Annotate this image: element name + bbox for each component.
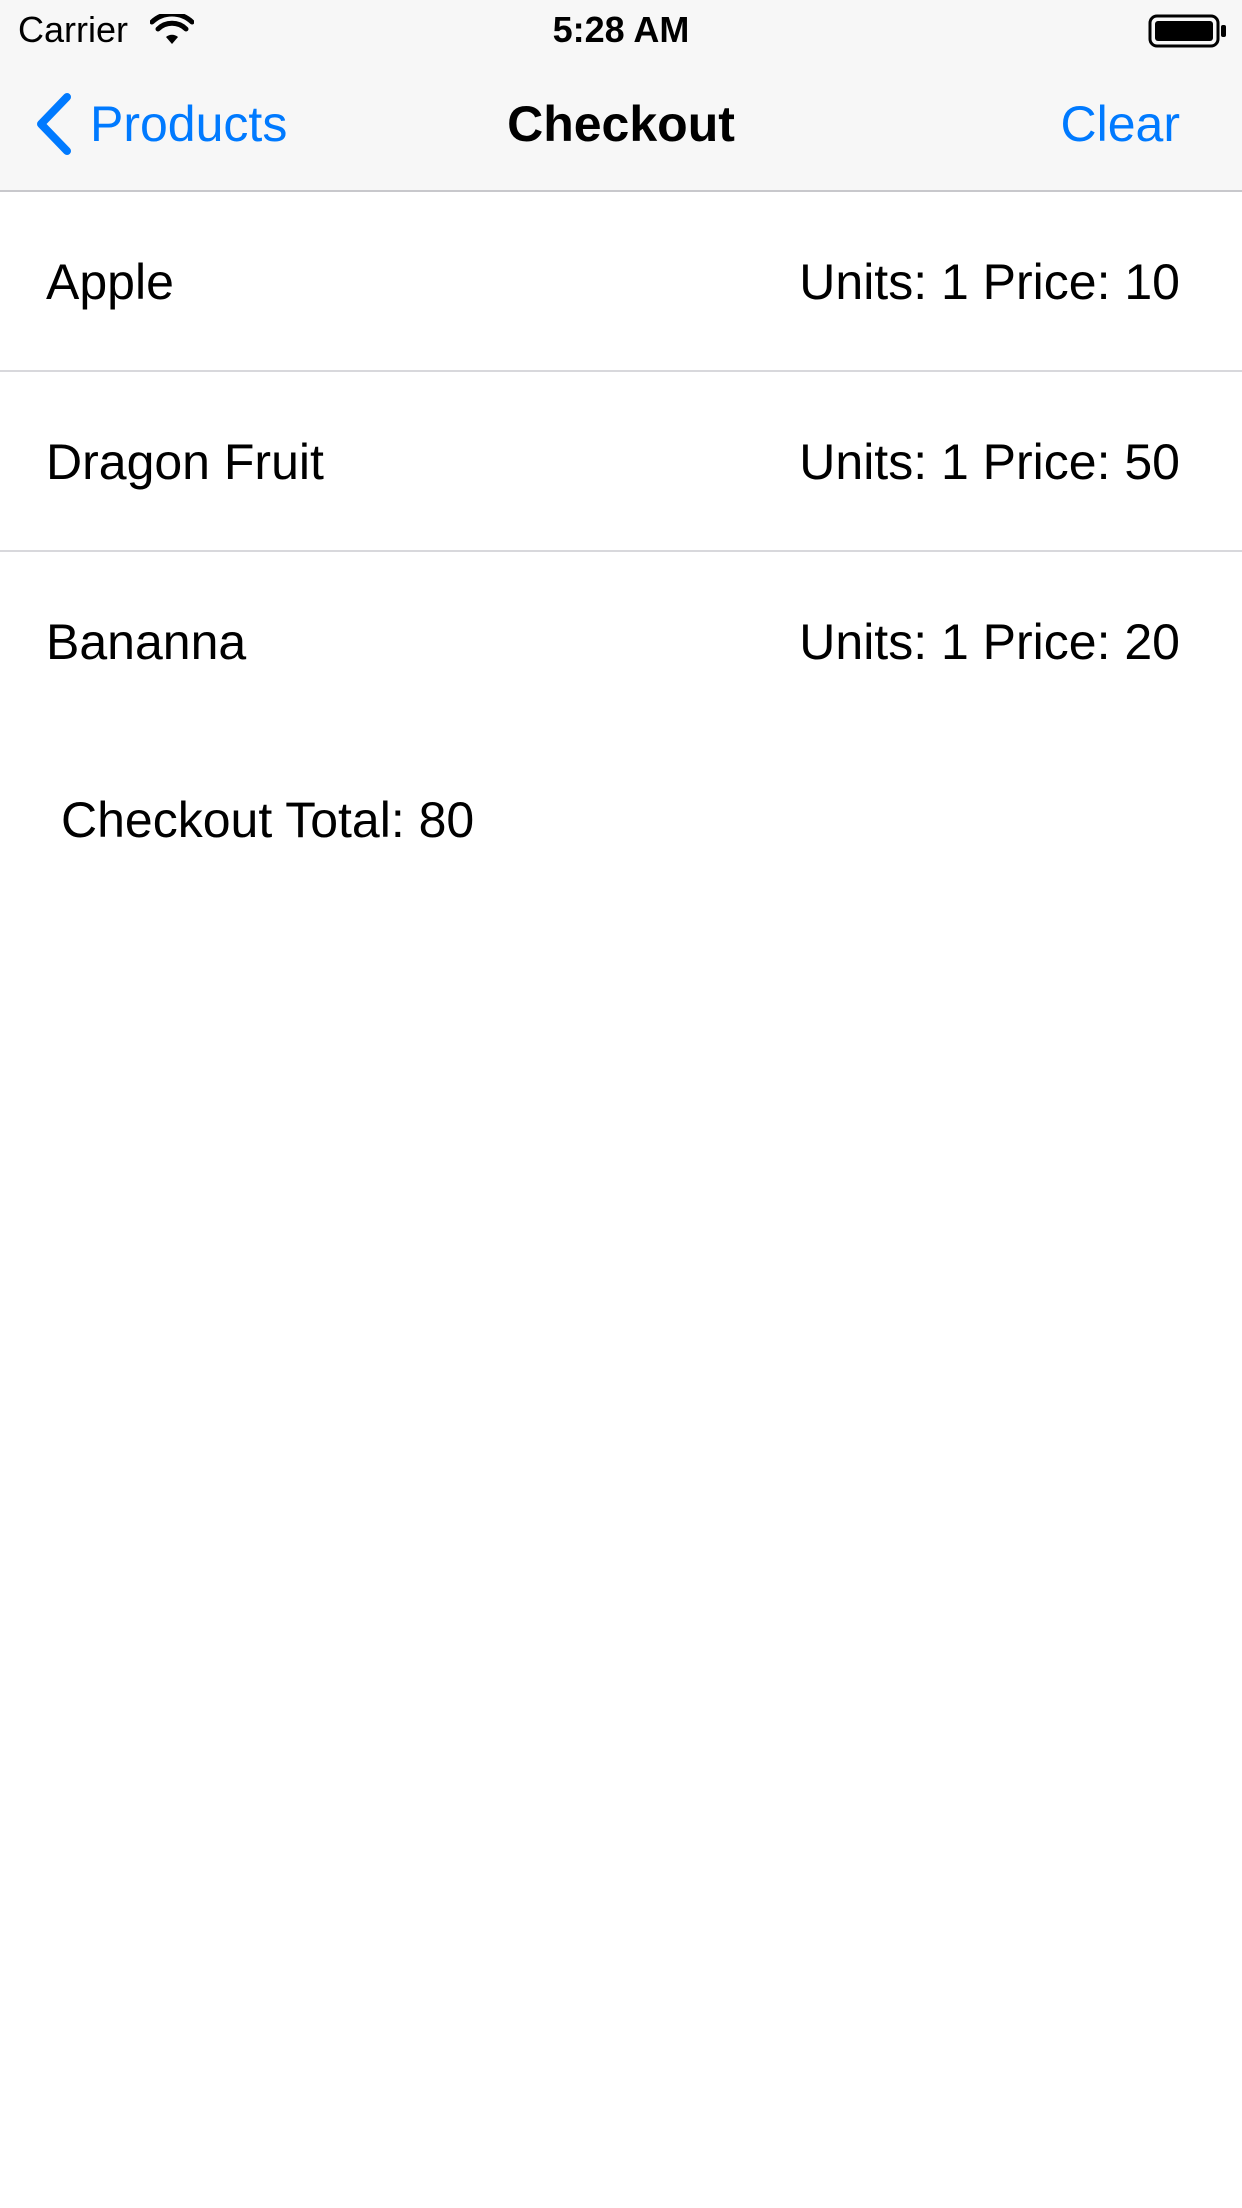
item-name: Dragon Fruit (46, 434, 324, 490)
top-bar: Carrier 5:28 AM Products Checkout Clear (0, 0, 1242, 192)
item-detail: Units: 1 Price: 20 (799, 614, 1180, 670)
item-detail: Units: 1 Price: 10 (799, 254, 1180, 310)
checkout-list: Apple Units: 1 Price: 10 Dragon Fruit Un… (0, 192, 1242, 732)
item-name: Apple (46, 254, 174, 310)
checkout-total: Checkout Total: 80 (61, 792, 475, 848)
list-item[interactable]: Bananna Units: 1 Price: 20 (0, 552, 1242, 732)
navigation-bar: Products Checkout Clear (0, 60, 1242, 190)
clear-button[interactable]: Clear (1061, 92, 1180, 156)
list-item[interactable]: Apple Units: 1 Price: 10 (0, 192, 1242, 372)
list-item[interactable]: Dragon Fruit Units: 1 Price: 50 (0, 372, 1242, 552)
status-bar: Carrier 5:28 AM (0, 0, 1242, 60)
battery-icon (1148, 14, 1226, 48)
status-time: 5:28 AM (552, 9, 690, 50)
item-name: Bananna (46, 614, 247, 670)
item-detail: Units: 1 Price: 50 (799, 434, 1180, 490)
page-title: Checkout (507, 96, 735, 152)
